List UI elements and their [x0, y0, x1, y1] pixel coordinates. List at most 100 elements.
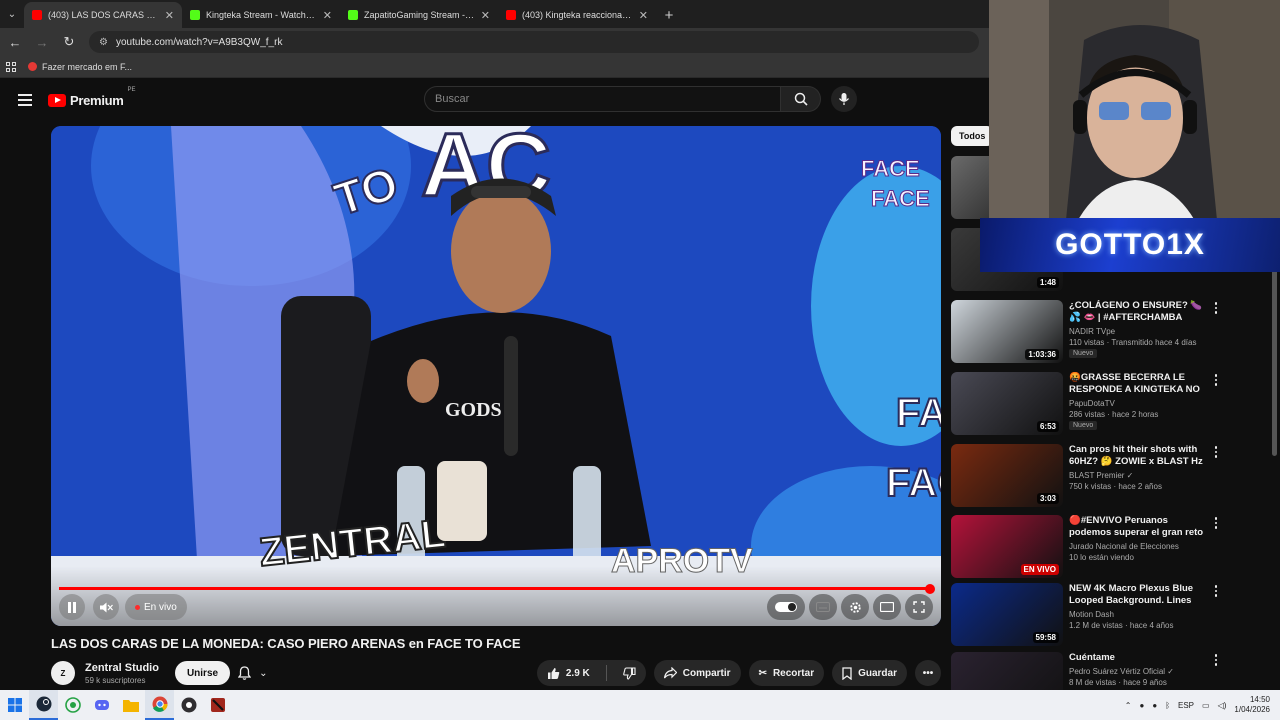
browser-tab-2[interactable]: Kingteka Stream - Watch Live o ✕: [182, 2, 340, 28]
channel-avatar[interactable]: Z: [51, 661, 75, 685]
dota-icon[interactable]: [203, 690, 232, 720]
more-horizontal-icon: •••: [922, 667, 934, 679]
volume-icon[interactable]: ◁): [1218, 701, 1227, 710]
video-thumbnail[interactable]: 6:53: [951, 372, 1063, 435]
recommendation-item[interactable]: 59:58 NEW 4K Macro Plexus Blue Looped Bac…: [951, 583, 1221, 649]
video-frame: TO AC FACE FACE FA FAC GODS S ZENTRAL AP…: [51, 126, 941, 626]
more-vertical-icon[interactable]: [1211, 517, 1221, 529]
dislike-button[interactable]: [613, 660, 646, 686]
recommendation-item[interactable]: EN VIVO 🔴#ENVIVO Peruanos podemos superar…: [951, 515, 1221, 581]
browser-tab-3[interactable]: ZapatitoGaming Stream - Watc ✕: [340, 2, 498, 28]
more-vertical-icon[interactable]: [1211, 302, 1221, 314]
recommendation-item[interactable]: 6:53 🤬GRASSE BECERRA LE RESPONDE A KINGTE…: [951, 372, 1221, 438]
share-button[interactable]: Compartir: [653, 660, 741, 686]
subtitles-button[interactable]: [809, 594, 837, 620]
tab-search-icon[interactable]: ⌄: [0, 0, 24, 28]
voice-search-button[interactable]: [831, 86, 857, 112]
whatsapp-icon[interactable]: [58, 690, 87, 720]
more-actions-button[interactable]: •••: [915, 660, 941, 686]
video-thumbnail[interactable]: EN VIVO: [951, 515, 1063, 578]
close-tab-icon[interactable]: ✕: [639, 9, 648, 22]
menu-icon[interactable]: [18, 94, 32, 106]
player-controls: En vivo: [59, 594, 933, 620]
theater-mode-icon: [880, 602, 894, 612]
tray-app-icon[interactable]: ●: [1140, 701, 1145, 710]
tray-app-icon[interactable]: ●: [1152, 701, 1157, 710]
recommendation-item[interactable]: Cuéntame Pedro Suárez Vértiz Oficial ✓ 8 M…: [951, 652, 1221, 690]
browser-tab-4[interactable]: (403) Kingteka reacciona con su ✕: [498, 2, 656, 28]
notifications-button[interactable]: ⌄: [238, 666, 267, 680]
video-player[interactable]: TO AC FACE FACE FA FAC GODS S ZENTRAL AP…: [51, 126, 941, 626]
microphone-icon: [838, 93, 850, 105]
like-button[interactable]: 2.9 K: [537, 660, 600, 686]
progress-bar[interactable]: [59, 583, 935, 594]
recommendation-meta: 10 lo están viendo: [1069, 553, 1134, 562]
mute-button[interactable]: [93, 594, 119, 620]
video-title: LAS DOS CARAS DE LA MONEDA: CASO PIERO A…: [51, 636, 521, 651]
video-thumbnail[interactable]: 3:03: [951, 444, 1063, 507]
close-tab-icon[interactable]: ✕: [481, 9, 490, 22]
recommendation-info: ¿COLÁGENO O ENSURE? 🍆💦 👄 | #AFTERCHAMBA N…: [1069, 300, 1204, 366]
close-tab-icon[interactable]: ✕: [165, 9, 174, 22]
duration-badge: 3:03: [1036, 493, 1059, 504]
bookmark-item[interactable]: Fazer mercado em F...: [28, 62, 132, 72]
browser-tab-1[interactable]: (403) LAS DOS CARAS DE LA M ✕: [24, 2, 182, 28]
recommendation-title: ¿COLÁGENO O ENSURE? 🍆💦 👄 | #AFTERCHAMBA: [1069, 300, 1203, 323]
back-arrow-icon[interactable]: ←: [3, 30, 27, 54]
language-indicator[interactable]: ESP: [1178, 701, 1194, 710]
reload-icon[interactable]: ↻: [57, 30, 81, 54]
bluetooth-icon[interactable]: ᛒ: [1165, 701, 1170, 710]
obs-icon[interactable]: [174, 690, 203, 720]
address-bar[interactable]: ⚙ youtube.com/watch?v=A9B3QW_f_rk: [89, 31, 979, 53]
chevron-up-icon[interactable]: ⌃: [1125, 701, 1132, 710]
search-box: [424, 86, 857, 112]
more-vertical-icon[interactable]: [1211, 654, 1221, 666]
site-info-icon[interactable]: ⚙: [99, 37, 108, 48]
recommendation-item[interactable]: 3:03 Can pros hit their shots with 60HZ? …: [951, 444, 1221, 510]
video-thumbnail[interactable]: 59:58: [951, 583, 1063, 646]
svg-text:FACE: FACE: [871, 186, 930, 211]
close-tab-icon[interactable]: ✕: [323, 9, 332, 22]
progress-scrubber[interactable]: [924, 583, 935, 594]
channel-name[interactable]: Zentral Studio: [85, 662, 159, 674]
clock-date: 1/04/2026: [1234, 705, 1270, 714]
network-icon[interactable]: ▭: [1202, 701, 1210, 710]
theater-mode-button[interactable]: [873, 594, 901, 620]
browser-toolbar: ← → ↻ ⚙ youtube.com/watch?v=A9B3QW_f_rk: [0, 28, 990, 56]
more-vertical-icon[interactable]: [1211, 446, 1221, 458]
more-vertical-icon[interactable]: [1211, 585, 1221, 597]
duration-badge: 1:48: [1036, 277, 1059, 288]
more-vertical-icon[interactable]: [1211, 374, 1221, 386]
browser-tab-strip: ⌄ (403) LAS DOS CARAS DE LA M ✕ Kingteka…: [0, 0, 990, 28]
search-input[interactable]: [424, 86, 781, 112]
autoplay-toggle[interactable]: [767, 594, 805, 620]
recommendation-channel: Jurado Nacional de Elecciones: [1069, 542, 1179, 551]
recommendation-info: Cuéntame Pedro Suárez Vértiz Oficial ✓ 8 M…: [1069, 652, 1204, 690]
clip-button[interactable]: ✂ Recortar: [748, 660, 825, 686]
new-tab-button[interactable]: +: [656, 2, 682, 28]
youtube-premium-logo[interactable]: Premium PE: [48, 87, 136, 108]
apps-grid-icon[interactable]: [6, 61, 16, 72]
search-button[interactable]: [781, 86, 821, 112]
windows-start-icon[interactable]: [0, 690, 29, 720]
scrollbar[interactable]: [1272, 256, 1277, 456]
live-badge[interactable]: En vivo: [125, 594, 187, 620]
settings-button[interactable]: [841, 594, 869, 620]
clock[interactable]: 14:50 1/04/2026: [1234, 695, 1270, 715]
recommendation-info: 🔴#ENVIVO Peruanos podemos superar el gra…: [1069, 515, 1204, 581]
video-thumbnail[interactable]: [951, 652, 1063, 690]
filter-chip-all[interactable]: Todos: [951, 126, 994, 146]
duration-badge: EN VIVO: [1020, 564, 1059, 575]
forward-arrow-icon[interactable]: →: [30, 30, 54, 54]
video-thumbnail[interactable]: 1:03:36: [951, 300, 1063, 363]
clock-time: 14:50: [1249, 695, 1270, 704]
pause-button[interactable]: [59, 594, 85, 620]
recommendation-item[interactable]: 1:03:36 ¿COLÁGENO O ENSURE? 🍆💦 👄 | #AFTER…: [951, 300, 1221, 366]
steam-icon[interactable]: [29, 690, 58, 720]
fullscreen-button[interactable]: [905, 594, 933, 620]
file-explorer-icon[interactable]: [116, 690, 145, 720]
chrome-icon[interactable]: [145, 690, 174, 720]
join-button[interactable]: Unirse: [174, 661, 231, 685]
save-button[interactable]: Guardar: [832, 660, 907, 686]
discord-icon[interactable]: [87, 690, 116, 720]
